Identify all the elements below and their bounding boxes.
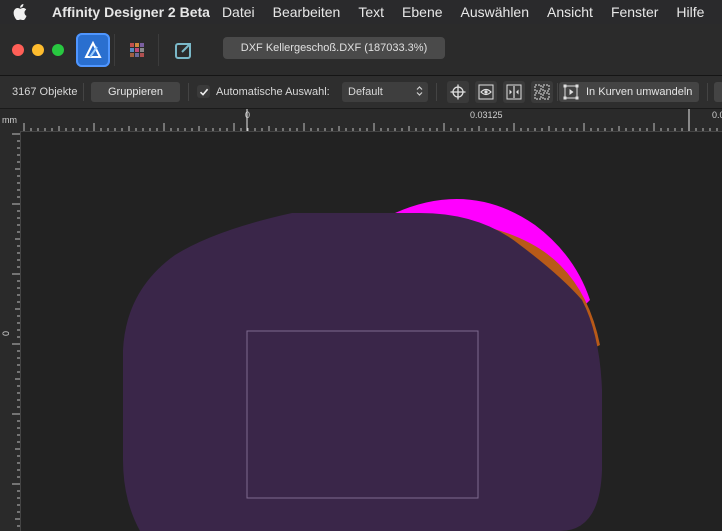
- zoom-window-button[interactable]: [52, 44, 64, 56]
- document-tab[interactable]: DXF Kellergeschoß.DXF (187033.3%): [223, 37, 445, 59]
- menu-ebene[interactable]: Ebene: [402, 4, 442, 20]
- titlebar-divider: [114, 34, 115, 66]
- flip-horizontal-button[interactable]: [503, 81, 525, 103]
- window-titlebar: DXF Kellergeschoß.DXF (187033.3%): [0, 24, 722, 76]
- menu-ansicht[interactable]: Ansicht: [547, 4, 593, 20]
- pixel-persona-icon: [130, 43, 144, 57]
- purple-blob-shape[interactable]: [123, 213, 602, 531]
- auto-select-label: Automatische Auswahl:: [216, 86, 330, 98]
- auto-select-checkbox[interactable]: [197, 85, 210, 98]
- alignment-button[interactable]: [531, 81, 553, 103]
- toolbar-divider: [188, 83, 189, 101]
- pixel-persona-button[interactable]: [120, 33, 154, 67]
- export-persona-icon: [175, 43, 191, 59]
- toolbar-divider: [83, 83, 84, 101]
- menu-auswaehlen[interactable]: Auswählen: [461, 4, 530, 20]
- ruler-ticks: [23, 109, 718, 131]
- object-count: 3167 Objekte: [12, 86, 78, 98]
- menu-bearbeiten[interactable]: Bearbeiten: [273, 4, 341, 20]
- flip-horizontal-icon: [506, 84, 522, 100]
- checkmark-icon: [199, 88, 208, 96]
- context-toolbar: 3167 Objekte Gruppieren Automatische Aus…: [0, 76, 722, 109]
- toolbar-divider: [436, 83, 437, 101]
- menu-hilfe[interactable]: Hilfe: [676, 4, 704, 20]
- titlebar-divider: [158, 34, 159, 66]
- toolbar-divider: [557, 83, 558, 101]
- menu-bar: Affinity Designer 2 Beta Datei Bearbeite…: [0, 0, 722, 24]
- crosshair-icon: [450, 84, 466, 100]
- apple-menu-icon[interactable]: [0, 4, 40, 20]
- close-window-button[interactable]: [12, 44, 24, 56]
- overflow-button[interactable]: [714, 82, 722, 102]
- canvas[interactable]: [21, 132, 722, 531]
- export-persona-button[interactable]: [166, 33, 200, 67]
- designer-persona-icon: [84, 40, 102, 58]
- horizontal-ruler[interactable]: mm 0 0.03125 0.0: [0, 109, 722, 132]
- chevron-updown-icon: [416, 86, 423, 96]
- toolbar-divider: [707, 83, 708, 101]
- convert-to-curves-icon: [562, 83, 580, 101]
- minimize-window-button[interactable]: [32, 44, 44, 56]
- menu-text[interactable]: Text: [358, 4, 384, 20]
- group-button[interactable]: Gruppieren: [91, 82, 180, 102]
- transform-origin-button[interactable]: [447, 81, 469, 103]
- convert-to-curves-label: In Kurven umwandeln: [586, 86, 693, 98]
- eye-frame-icon: [478, 84, 494, 100]
- menu-datei[interactable]: Datei: [222, 4, 255, 20]
- canvas-artwork: [123, 199, 602, 531]
- alignment-grid-icon: [534, 84, 550, 100]
- convert-to-curves-button[interactable]: In Kurven umwandeln: [559, 82, 699, 102]
- auto-select-dropdown[interactable]: Default: [342, 82, 428, 102]
- vertical-ruler[interactable]: 0: [0, 131, 21, 531]
- designer-persona-button[interactable]: [76, 33, 110, 67]
- menu-fenster[interactable]: Fenster: [611, 4, 658, 20]
- ruler-ticks: [12, 133, 20, 527]
- app-name-menu[interactable]: Affinity Designer 2 Beta: [52, 4, 210, 20]
- hide-selection-button[interactable]: [475, 81, 497, 103]
- auto-select-value: Default: [348, 86, 383, 98]
